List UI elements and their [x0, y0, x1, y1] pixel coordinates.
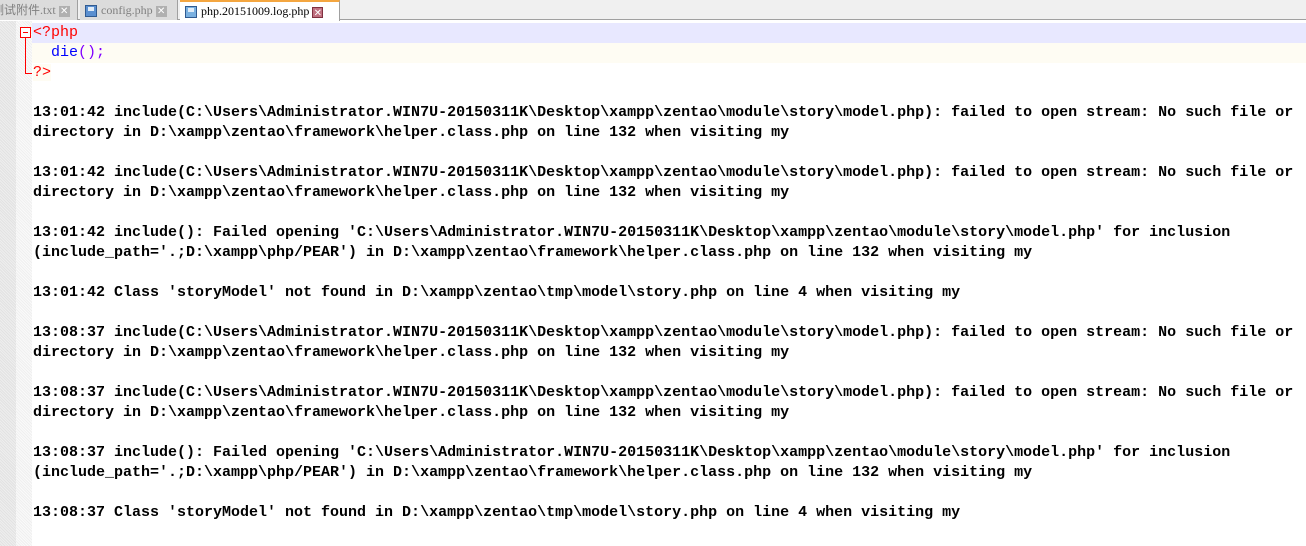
die-paren: ();	[78, 44, 106, 61]
save-disk-icon	[85, 5, 97, 18]
log-entry: 13:01:42 Class 'storyModel' not found in…	[33, 284, 961, 301]
php-close-tag: ?>	[33, 64, 52, 81]
die-call: die	[51, 44, 79, 61]
fold-line	[25, 38, 26, 73]
log-entry: 13:08:37 include(C:\Users\Administrator.…	[33, 324, 1303, 361]
close-icon[interactable]: ✕	[155, 5, 167, 17]
save-disk-icon	[185, 6, 197, 19]
log-entry: 13:01:42 include(): Failed opening 'C:\U…	[33, 224, 1240, 261]
fold-end	[25, 73, 32, 74]
tab-label: 测试附件.txt	[0, 3, 56, 17]
tab-log-php[interactable]: php.20151009.log.php ✕	[180, 0, 340, 21]
fold-collapse-icon[interactable]	[20, 27, 31, 38]
log-entry: 13:01:42 include(C:\Users\Administrator.…	[33, 104, 1303, 141]
fold-margin	[16, 21, 32, 546]
line-number-margin	[0, 21, 16, 546]
log-entry: 13:08:37 include(C:\Users\Administrator.…	[33, 384, 1303, 421]
php-open-tag: <?php	[33, 24, 79, 41]
close-icon[interactable]: ✕	[312, 6, 324, 19]
close-icon[interactable]: ✕	[58, 5, 70, 17]
tab-label: config.php	[101, 3, 153, 17]
code-line: <?php	[32, 23, 1306, 43]
editor[interactable]: <?php die(); ?> 13:01:42 include(C:\User…	[32, 23, 1306, 523]
tab-config-php[interactable]: config.php ✕	[80, 0, 178, 20]
code-line: die();	[32, 43, 1306, 63]
tab-bar: 测试附件.txt ✕ config.php ✕ php.20151009.log…	[0, 0, 1306, 21]
log-entry: 13:01:42 include(C:\Users\Administrator.…	[33, 164, 1303, 201]
log-entry: 13:08:37 Class 'storyModel' not found in…	[33, 504, 961, 521]
tab-attachment-txt[interactable]: 测试附件.txt ✕	[0, 0, 78, 20]
log-entry: 13:08:37 include(): Failed opening 'C:\U…	[33, 444, 1240, 481]
code-line: ?>	[32, 63, 1306, 83]
tab-label: php.20151009.log.php	[201, 4, 310, 18]
